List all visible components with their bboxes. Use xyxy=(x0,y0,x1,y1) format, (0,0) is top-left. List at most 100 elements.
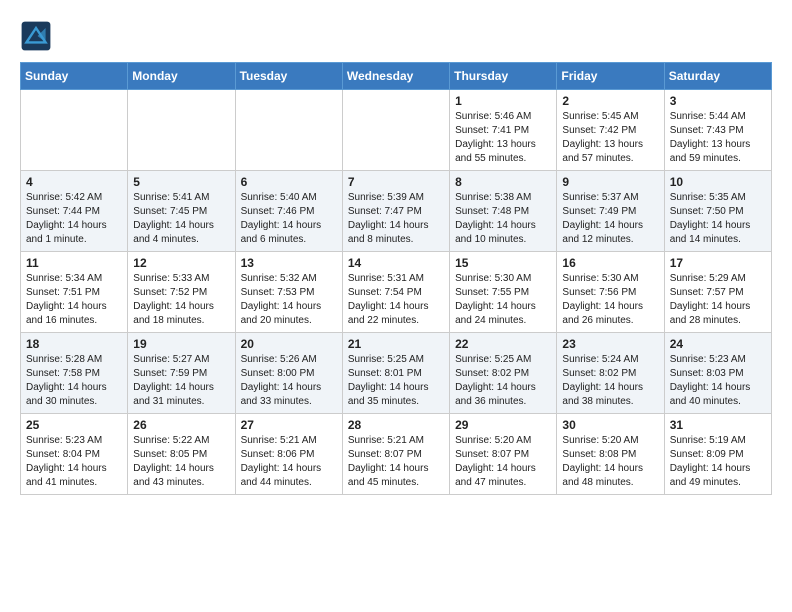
day-number: 4 xyxy=(26,175,122,189)
calendar-cell: 30 Sunrise: 5:20 AMSunset: 8:08 PMDaylig… xyxy=(557,414,664,495)
calendar-cell: 13 Sunrise: 5:32 AMSunset: 7:53 PMDaylig… xyxy=(235,252,342,333)
weekday-header-tuesday: Tuesday xyxy=(235,63,342,90)
weekday-header-row: SundayMondayTuesdayWednesdayThursdayFrid… xyxy=(21,63,772,90)
calendar-cell: 28 Sunrise: 5:21 AMSunset: 8:07 PMDaylig… xyxy=(342,414,449,495)
calendar-cell: 7 Sunrise: 5:39 AMSunset: 7:47 PMDayligh… xyxy=(342,171,449,252)
calendar-cell: 4 Sunrise: 5:42 AMSunset: 7:44 PMDayligh… xyxy=(21,171,128,252)
calendar-cell: 24 Sunrise: 5:23 AMSunset: 8:03 PMDaylig… xyxy=(664,333,771,414)
calendar-week-5: 25 Sunrise: 5:23 AMSunset: 8:04 PMDaylig… xyxy=(21,414,772,495)
day-number: 27 xyxy=(241,418,337,432)
weekday-header-sunday: Sunday xyxy=(21,63,128,90)
cell-info: Sunrise: 5:34 AMSunset: 7:51 PMDaylight:… xyxy=(26,272,122,328)
cell-info: Sunrise: 5:38 AMSunset: 7:48 PMDaylight:… xyxy=(455,191,551,247)
calendar-cell: 20 Sunrise: 5:26 AMSunset: 8:00 PMDaylig… xyxy=(235,333,342,414)
cell-info: Sunrise: 5:32 AMSunset: 7:53 PMDaylight:… xyxy=(241,272,337,328)
cell-info: Sunrise: 5:25 AMSunset: 8:01 PMDaylight:… xyxy=(348,353,444,409)
calendar-cell: 2 Sunrise: 5:45 AMSunset: 7:42 PMDayligh… xyxy=(557,90,664,171)
calendar-cell: 9 Sunrise: 5:37 AMSunset: 7:49 PMDayligh… xyxy=(557,171,664,252)
cell-info: Sunrise: 5:35 AMSunset: 7:50 PMDaylight:… xyxy=(670,191,766,247)
day-number: 18 xyxy=(26,337,122,351)
calendar-week-3: 11 Sunrise: 5:34 AMSunset: 7:51 PMDaylig… xyxy=(21,252,772,333)
cell-info: Sunrise: 5:19 AMSunset: 8:09 PMDaylight:… xyxy=(670,434,766,490)
day-number: 28 xyxy=(348,418,444,432)
calendar-cell: 12 Sunrise: 5:33 AMSunset: 7:52 PMDaylig… xyxy=(128,252,235,333)
cell-info: Sunrise: 5:42 AMSunset: 7:44 PMDaylight:… xyxy=(26,191,122,247)
cell-info: Sunrise: 5:22 AMSunset: 8:05 PMDaylight:… xyxy=(133,434,229,490)
weekday-header-thursday: Thursday xyxy=(450,63,557,90)
calendar-cell: 19 Sunrise: 5:27 AMSunset: 7:59 PMDaylig… xyxy=(128,333,235,414)
weekday-header-monday: Monday xyxy=(128,63,235,90)
day-number: 1 xyxy=(455,94,551,108)
day-number: 20 xyxy=(241,337,337,351)
calendar-cell: 25 Sunrise: 5:23 AMSunset: 8:04 PMDaylig… xyxy=(21,414,128,495)
day-number: 10 xyxy=(670,175,766,189)
day-number: 12 xyxy=(133,256,229,270)
calendar-cell: 26 Sunrise: 5:22 AMSunset: 8:05 PMDaylig… xyxy=(128,414,235,495)
cell-info: Sunrise: 5:29 AMSunset: 7:57 PMDaylight:… xyxy=(670,272,766,328)
logo-icon xyxy=(20,20,52,52)
cell-info: Sunrise: 5:27 AMSunset: 7:59 PMDaylight:… xyxy=(133,353,229,409)
day-number: 2 xyxy=(562,94,658,108)
logo xyxy=(20,20,56,52)
cell-info: Sunrise: 5:30 AMSunset: 7:56 PMDaylight:… xyxy=(562,272,658,328)
calendar-cell xyxy=(128,90,235,171)
calendar-week-2: 4 Sunrise: 5:42 AMSunset: 7:44 PMDayligh… xyxy=(21,171,772,252)
cell-info: Sunrise: 5:45 AMSunset: 7:42 PMDaylight:… xyxy=(562,110,658,166)
cell-info: Sunrise: 5:41 AMSunset: 7:45 PMDaylight:… xyxy=(133,191,229,247)
calendar-cell: 14 Sunrise: 5:31 AMSunset: 7:54 PMDaylig… xyxy=(342,252,449,333)
day-number: 26 xyxy=(133,418,229,432)
calendar-cell: 18 Sunrise: 5:28 AMSunset: 7:58 PMDaylig… xyxy=(21,333,128,414)
calendar-cell: 8 Sunrise: 5:38 AMSunset: 7:48 PMDayligh… xyxy=(450,171,557,252)
cell-info: Sunrise: 5:39 AMSunset: 7:47 PMDaylight:… xyxy=(348,191,444,247)
calendar-cell xyxy=(342,90,449,171)
day-number: 25 xyxy=(26,418,122,432)
calendar-cell: 5 Sunrise: 5:41 AMSunset: 7:45 PMDayligh… xyxy=(128,171,235,252)
cell-info: Sunrise: 5:30 AMSunset: 7:55 PMDaylight:… xyxy=(455,272,551,328)
calendar-cell xyxy=(235,90,342,171)
day-number: 16 xyxy=(562,256,658,270)
day-number: 7 xyxy=(348,175,444,189)
cell-info: Sunrise: 5:37 AMSunset: 7:49 PMDaylight:… xyxy=(562,191,658,247)
cell-info: Sunrise: 5:40 AMSunset: 7:46 PMDaylight:… xyxy=(241,191,337,247)
calendar-cell: 3 Sunrise: 5:44 AMSunset: 7:43 PMDayligh… xyxy=(664,90,771,171)
day-number: 17 xyxy=(670,256,766,270)
day-number: 23 xyxy=(562,337,658,351)
calendar-cell: 31 Sunrise: 5:19 AMSunset: 8:09 PMDaylig… xyxy=(664,414,771,495)
day-number: 31 xyxy=(670,418,766,432)
calendar-cell: 23 Sunrise: 5:24 AMSunset: 8:02 PMDaylig… xyxy=(557,333,664,414)
day-number: 22 xyxy=(455,337,551,351)
weekday-header-saturday: Saturday xyxy=(664,63,771,90)
day-number: 30 xyxy=(562,418,658,432)
day-number: 11 xyxy=(26,256,122,270)
weekday-header-friday: Friday xyxy=(557,63,664,90)
cell-info: Sunrise: 5:31 AMSunset: 7:54 PMDaylight:… xyxy=(348,272,444,328)
cell-info: Sunrise: 5:46 AMSunset: 7:41 PMDaylight:… xyxy=(455,110,551,166)
day-number: 19 xyxy=(133,337,229,351)
calendar-cell xyxy=(21,90,128,171)
calendar-cell: 1 Sunrise: 5:46 AMSunset: 7:41 PMDayligh… xyxy=(450,90,557,171)
cell-info: Sunrise: 5:20 AMSunset: 8:08 PMDaylight:… xyxy=(562,434,658,490)
calendar-week-4: 18 Sunrise: 5:28 AMSunset: 7:58 PMDaylig… xyxy=(21,333,772,414)
cell-info: Sunrise: 5:23 AMSunset: 8:03 PMDaylight:… xyxy=(670,353,766,409)
calendar-cell: 10 Sunrise: 5:35 AMSunset: 7:50 PMDaylig… xyxy=(664,171,771,252)
day-number: 29 xyxy=(455,418,551,432)
day-number: 6 xyxy=(241,175,337,189)
cell-info: Sunrise: 5:33 AMSunset: 7:52 PMDaylight:… xyxy=(133,272,229,328)
cell-info: Sunrise: 5:25 AMSunset: 8:02 PMDaylight:… xyxy=(455,353,551,409)
calendar-cell: 6 Sunrise: 5:40 AMSunset: 7:46 PMDayligh… xyxy=(235,171,342,252)
cell-info: Sunrise: 5:24 AMSunset: 8:02 PMDaylight:… xyxy=(562,353,658,409)
calendar-cell: 22 Sunrise: 5:25 AMSunset: 8:02 PMDaylig… xyxy=(450,333,557,414)
day-number: 5 xyxy=(133,175,229,189)
cell-info: Sunrise: 5:26 AMSunset: 8:00 PMDaylight:… xyxy=(241,353,337,409)
calendar-table: SundayMondayTuesdayWednesdayThursdayFrid… xyxy=(20,62,772,495)
day-number: 8 xyxy=(455,175,551,189)
calendar-cell: 27 Sunrise: 5:21 AMSunset: 8:06 PMDaylig… xyxy=(235,414,342,495)
calendar-cell: 21 Sunrise: 5:25 AMSunset: 8:01 PMDaylig… xyxy=(342,333,449,414)
calendar-week-1: 1 Sunrise: 5:46 AMSunset: 7:41 PMDayligh… xyxy=(21,90,772,171)
day-number: 9 xyxy=(562,175,658,189)
cell-info: Sunrise: 5:21 AMSunset: 8:07 PMDaylight:… xyxy=(348,434,444,490)
day-number: 14 xyxy=(348,256,444,270)
cell-info: Sunrise: 5:21 AMSunset: 8:06 PMDaylight:… xyxy=(241,434,337,490)
weekday-header-wednesday: Wednesday xyxy=(342,63,449,90)
day-number: 24 xyxy=(670,337,766,351)
